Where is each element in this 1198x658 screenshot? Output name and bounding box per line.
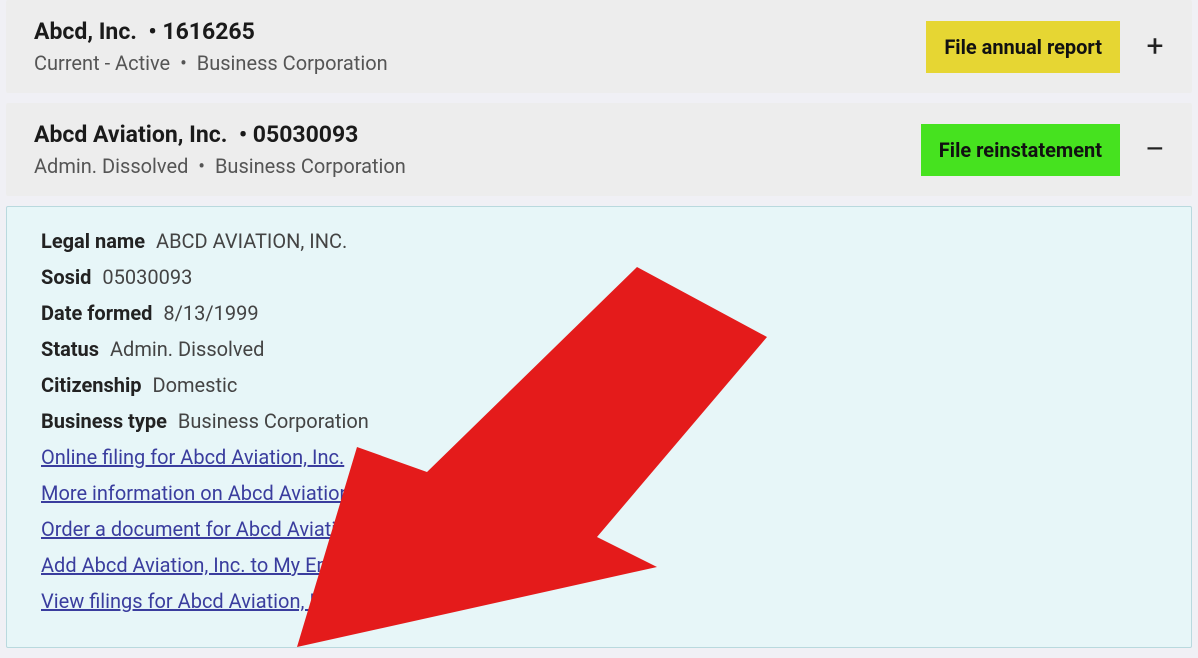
company-title: Abcd Aviation, Inc. • 05030093 <box>34 121 921 148</box>
company-actions: File reinstatement – <box>921 124 1168 176</box>
company-status: Admin. Dissolved <box>34 154 188 178</box>
bullet-separator: • <box>198 154 205 178</box>
more-info-link[interactable]: More information on Abcd Aviation, Inc. <box>41 481 392 505</box>
detail-value: Business Corporation <box>178 409 369 433</box>
detail-row-legal-name: Legal name ABCD AVIATION, INC. <box>41 229 1163 253</box>
company-name: Abcd Aviation, Inc. <box>34 121 227 148</box>
file-reinstatement-button[interactable]: File reinstatement <box>921 124 1120 176</box>
detail-label: Citizenship <box>41 373 142 397</box>
detail-row-sosid: Sosid 05030093 <box>41 265 1163 289</box>
add-notification-link[interactable]: Add Abcd Aviation, Inc. to My Email Noti… <box>41 553 494 577</box>
detail-row-status: Status Admin. Dissolved <box>41 337 1163 361</box>
company-type: Business Corporation <box>215 154 406 178</box>
company-subtitle: Admin. Dissolved • Business Corporation <box>34 154 921 178</box>
company-row: Abcd, Inc. • 1616265 Current - Active • … <box>6 0 1192 93</box>
online-filing-link[interactable]: Online filing for Abcd Aviation, Inc. <box>41 445 344 469</box>
company-summary: Abcd Aviation, Inc. • 05030093 Admin. Di… <box>34 121 921 178</box>
link-row: Add Abcd Aviation, Inc. to My Email Noti… <box>41 553 1163 577</box>
bullet-separator: • <box>148 18 156 45</box>
company-subtitle: Current - Active • Business Corporation <box>34 51 926 75</box>
company-id: 05030093 <box>253 121 359 148</box>
detail-value: ABCD AVIATION, INC. <box>156 229 347 253</box>
company-details-panel: Legal name ABCD AVIATION, INC. Sosid 050… <box>6 206 1192 648</box>
bullet-separator: • <box>180 51 187 75</box>
company-actions: File annual report + <box>926 21 1168 73</box>
detail-value: 8/13/1999 <box>163 301 258 325</box>
detail-value: 05030093 <box>102 265 192 289</box>
order-document-link[interactable]: Order a document for Abcd Aviation, Inc. <box>41 517 400 541</box>
link-row: Order a document for Abcd Aviation, Inc. <box>41 517 1163 541</box>
detail-value: Domestic <box>152 373 237 397</box>
company-row: Abcd Aviation, Inc. • 05030093 Admin. Di… <box>6 103 1192 196</box>
detail-label: Legal name <box>41 229 145 253</box>
detail-label: Business type <box>41 409 167 433</box>
company-type: Business Corporation <box>197 51 388 75</box>
company-name: Abcd, Inc. <box>34 18 137 45</box>
detail-row-date-formed: Date formed 8/13/1999 <box>41 301 1163 325</box>
bullet-separator: • <box>239 121 247 148</box>
view-filings-link[interactable]: View filings for Abcd Aviation, Inc. <box>41 589 342 613</box>
detail-label: Sosid <box>41 265 91 289</box>
company-status: Current - Active <box>34 51 170 75</box>
company-title: Abcd, Inc. • 1616265 <box>34 18 926 45</box>
company-id: 1616265 <box>162 18 254 45</box>
link-row: More information on Abcd Aviation, Inc. <box>41 481 1163 505</box>
detail-label: Date formed <box>41 301 152 325</box>
file-annual-report-button[interactable]: File annual report <box>926 21 1120 73</box>
detail-row-citizenship: Citizenship Domestic <box>41 373 1163 397</box>
detail-label: Status <box>41 337 99 361</box>
company-summary: Abcd, Inc. • 1616265 Current - Active • … <box>34 18 926 75</box>
collapse-icon[interactable]: – <box>1142 135 1168 165</box>
link-row: View filings for Abcd Aviation, Inc. <box>41 589 1163 613</box>
detail-value: Admin. Dissolved <box>110 337 264 361</box>
detail-row-business-type: Business type Business Corporation <box>41 409 1163 433</box>
link-row: Online filing for Abcd Aviation, Inc. <box>41 445 1163 469</box>
expand-icon[interactable]: + <box>1142 32 1168 62</box>
